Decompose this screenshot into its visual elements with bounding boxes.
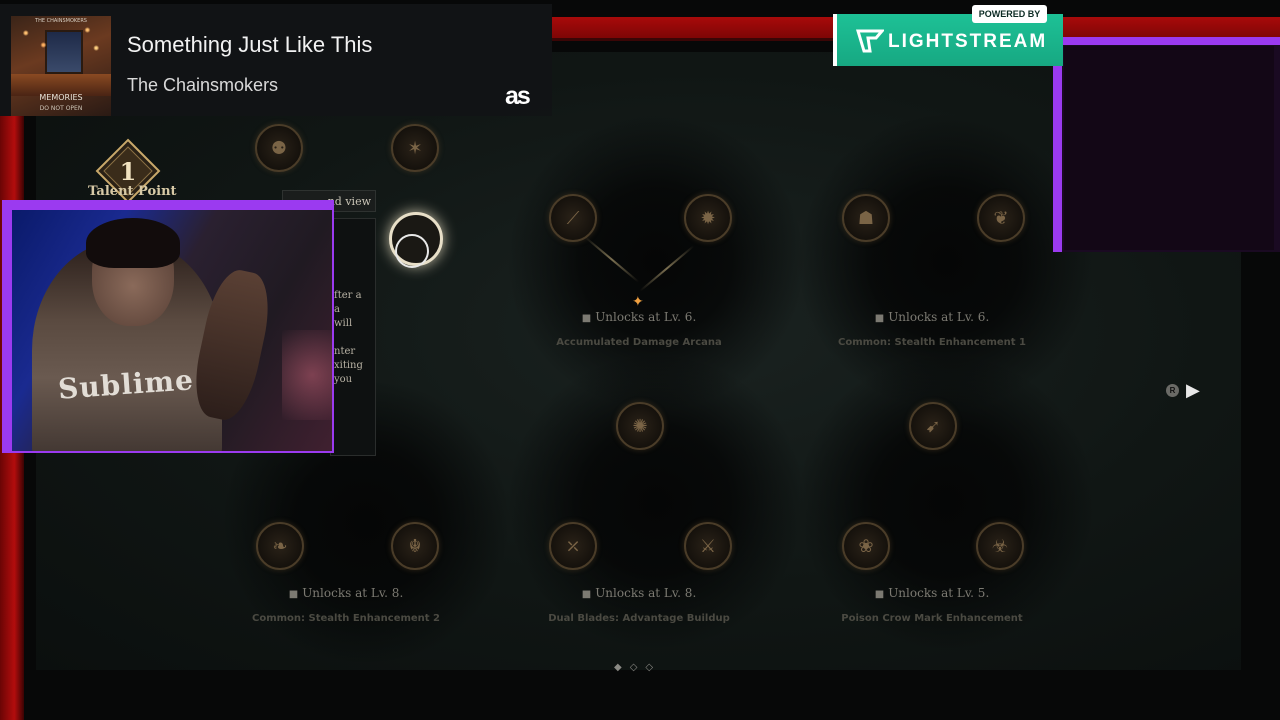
stream-purple-frame xyxy=(1053,37,1062,252)
talent-group-name: Dual Blades: Advantage Buildup xyxy=(548,613,730,624)
talent-point-count: 1 xyxy=(120,157,137,186)
node-shadow xyxy=(796,352,1096,652)
album-art-title: MEMORIES xyxy=(39,93,83,102)
powered-by-label: POWERED BY xyxy=(972,5,1047,23)
album-art: THE CHAINSMOKERS MEMORIES DO NOT OPEN xyxy=(11,16,111,116)
talent-node-mask-icon[interactable]: ☗ xyxy=(842,194,890,242)
talent-group-name: Poison Crow Mark Enhancement xyxy=(841,613,1023,624)
talent-node-poison-icon[interactable]: ☣ xyxy=(976,522,1024,570)
lightstream-brand: LIGHTSTREAM xyxy=(888,31,1048,52)
talent-group-name: Accumulated Damage Arcana xyxy=(556,337,722,348)
tooltip-text: fter a a will nter xiting you xyxy=(334,289,374,387)
tooltip-line: fter a xyxy=(334,290,362,301)
streamer-hair xyxy=(86,218,180,268)
webcam-background-light xyxy=(282,330,332,420)
tooltip-line: you xyxy=(334,374,353,385)
unlock-requirement: ■ Unlocks at Lv. 5. xyxy=(874,586,990,600)
next-page-arrow-icon[interactable]: ▶ xyxy=(1186,380,1200,401)
lock-icon: ■ xyxy=(874,589,885,600)
talent-node-feather-icon[interactable]: ❀ xyxy=(842,522,890,570)
key-hint-r: R xyxy=(1166,384,1179,397)
tooltip-line: will xyxy=(334,318,353,329)
tooltip-line: a xyxy=(334,304,340,315)
page-indicator: ◆◇◇ xyxy=(614,662,662,673)
lock-icon: ■ xyxy=(581,313,592,324)
talent-node-claw-icon[interactable]: ✶ xyxy=(391,124,439,172)
unlock-requirement: ■ Unlocks at Lv. 6. xyxy=(581,310,697,324)
cursor-ring xyxy=(395,234,429,268)
talent-node-slash-icon[interactable]: ⤫ xyxy=(549,522,597,570)
tooltip-line: xiting xyxy=(334,360,363,371)
talent-group-name: Common: Stealth Enhancement 2 xyxy=(251,613,441,624)
talent-node-shadow-icon[interactable]: ☬ xyxy=(391,522,439,570)
lightstream-logo-icon xyxy=(856,29,884,53)
talent-node-bird-icon[interactable]: ➹ xyxy=(909,402,957,450)
spark-icon: ✦ xyxy=(632,294,644,310)
unlock-requirement: ■ Unlocks at Lv. 6. xyxy=(874,310,990,324)
tooltip-line: nter xyxy=(334,346,356,357)
talent-node-fang-icon[interactable]: ⚉ xyxy=(255,124,303,172)
lock-icon: ■ xyxy=(874,313,885,324)
tooltip-line xyxy=(334,331,374,345)
album-art-subtitle: DO NOT OPEN xyxy=(39,105,83,112)
unlock-requirement: ■ Unlocks at Lv. 8. xyxy=(288,586,404,600)
talent-node-crow-icon[interactable]: ❦ xyxy=(977,194,1025,242)
node-shadow xyxy=(506,352,806,652)
song-artist: The Chainsmokers xyxy=(127,75,279,95)
talent-group-name: Common: Stealth Enhancement 1 xyxy=(837,337,1027,348)
album-art-lights xyxy=(17,24,105,54)
talent-node-spider-icon[interactable]: ✺ xyxy=(616,402,664,450)
song-title: Something Just Like This xyxy=(127,32,373,57)
webcam-feed: Sublime xyxy=(12,210,332,451)
lock-icon: ■ xyxy=(288,589,299,600)
unlock-requirement: ■ Unlocks at Lv. 8. xyxy=(581,586,697,600)
lastfm-logo-icon: as xyxy=(505,82,531,110)
stream-side-panel-inner xyxy=(1064,46,1274,250)
talent-node-blades-icon[interactable]: ⚔ xyxy=(684,522,732,570)
lock-icon: ■ xyxy=(581,589,592,600)
stream-purple-frame xyxy=(1053,37,1280,45)
talent-node-burst-icon[interactable]: ✹ xyxy=(684,194,732,242)
talent-node-dagger-icon[interactable]: ⟋ xyxy=(549,194,597,242)
talent-point-label: Talent Point xyxy=(88,184,177,199)
talent-node-flame-icon[interactable]: ❧ xyxy=(256,522,304,570)
